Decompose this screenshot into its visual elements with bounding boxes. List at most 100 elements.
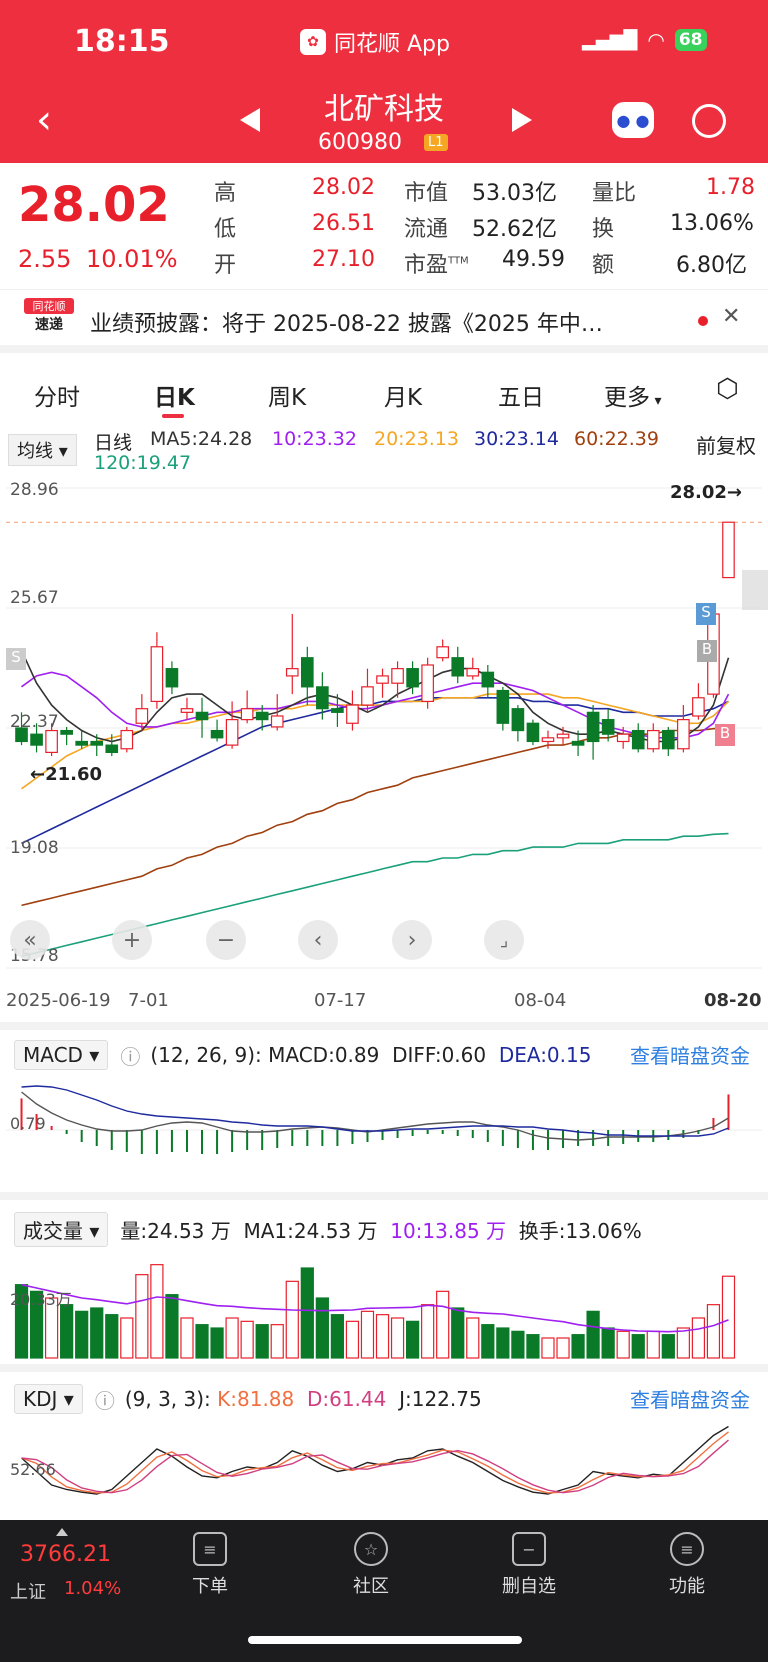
wifi-icon: ◠ [647,28,665,52]
nav-functions-label: 功能 [669,1576,705,1597]
date-axis-3: 07-17 [314,990,367,1011]
nav-community[interactable]: ☆ 社区 [326,1532,416,1598]
volume-bar [225,1317,239,1359]
search-icon[interactable] [692,104,726,138]
candle-body [240,708,254,721]
side-panel-handle[interactable] [742,570,768,610]
price-axis-3: 22.37 [10,712,59,732]
candle-body [616,733,630,743]
ma10-value: 10:23.32 [272,428,357,450]
settings-hexagon-icon[interactable]: ⬡ [716,374,739,404]
candle-body [646,729,660,750]
volume-bar [240,1320,254,1359]
news-badge-bottom: 速递 [35,317,63,333]
volume-bar [691,1317,706,1359]
adjust-mode[interactable]: 前复权 [696,430,756,459]
volume-bar [481,1324,495,1359]
news-badge: 同花顺 速递 [24,298,74,342]
tab-day-k[interactable]: 日K [154,378,195,412]
kdj-chart [21,1425,729,1495]
scroll-left-icon[interactable]: ‹ [298,920,338,960]
k-line [21,1431,729,1494]
help-icon[interactable]: ⓘ [95,1385,115,1414]
ma-select[interactable]: 均线 ▾ [8,434,77,466]
volume-bar [676,1327,690,1359]
volume-bar [270,1324,284,1359]
ma120-value: 120:19.47 [94,452,192,474]
volume-axis-label: 20.33万 [10,1290,72,1309]
candle-body [165,668,179,688]
volume-bar [631,1334,645,1359]
candle-body [496,689,510,724]
news-bar[interactable]: 同花顺 速递 业绩预披露：将于 2025-08-22 披露《2025 年中… ✕ [0,289,768,353]
kline-chart[interactable] [0,478,768,978]
status-app: ✿ 同花顺 App [300,26,450,58]
candle-body [451,657,465,677]
mcap-value: 53.03亿 [472,181,557,206]
nav-functions[interactable]: ≡ 功能 [642,1532,732,1598]
zoom-out-icon[interactable]: − [206,920,246,960]
volume-bar [60,1304,74,1359]
candle-body [60,729,73,735]
zoom-in-icon[interactable]: + [112,920,152,960]
order-icon: ≡ [193,1532,227,1566]
nav-order[interactable]: ≡ 下单 [165,1532,255,1598]
signal-icon: ▂▄▆█ [582,29,638,51]
candle-body [195,711,209,721]
candle-body [135,708,149,724]
tab-week-k[interactable]: 周K [268,378,306,412]
volume-bar [616,1330,630,1359]
nav-remove-watchlist[interactable]: − 删自选 [484,1532,574,1598]
date-axis-5: 08-20 [704,990,762,1011]
volume-bar [661,1334,675,1359]
candle-body [511,708,525,732]
period-tabs: 分时 日K 周K 月K 五日 更多 ▾ ⬡ [0,370,768,420]
close-icon[interactable]: ✕ [722,304,740,329]
ma30-line [21,697,729,845]
tab-more[interactable]: 更多 ▾ [604,378,661,412]
volume-bar [721,1275,736,1359]
next-stock-button[interactable] [512,108,532,132]
volume-bar [390,1317,405,1359]
candle-body [631,729,645,750]
candle-body [376,675,389,684]
tab-fenshi[interactable]: 分时 [34,378,80,412]
volume-bar [105,1314,119,1359]
d-line [21,1439,729,1494]
candle-body [526,722,540,743]
view-dark-pool-link-kdj[interactable]: 查看暗盘资金 [630,1384,750,1413]
fullscreen-icon[interactable]: ⌟ [484,920,524,960]
candle-body [361,686,374,706]
candle-body [481,671,495,688]
price-change: 2.55 [18,245,72,273]
volume-bar [120,1317,134,1359]
help-icon[interactable]: ⓘ [120,1041,140,1070]
collapse-left-icon[interactable]: « [10,920,50,960]
scroll-right-icon[interactable]: › [392,920,432,960]
macd-select[interactable]: MACD ▾ [14,1040,109,1070]
volume-bar [150,1264,164,1359]
volume-bar [601,1327,615,1359]
candle-body [45,729,58,754]
macd-header: MACD ▾ ⓘ (12, 26, 9): MACD:0.89 DIFF:0.6… [14,1040,591,1070]
active-tab-indicator [162,414,184,418]
k-value: K:81.88 [217,1387,295,1411]
macd-select-label: MACD [23,1043,83,1067]
view-dark-pool-link[interactable]: 查看暗盘资金 [630,1040,750,1069]
candle-body [391,668,404,684]
candle-body [331,708,344,713]
status-time: 18:15 [74,24,170,59]
robot-assistant-icon[interactable]: ● ● [612,102,654,138]
kdj-select[interactable]: KDJ ▾ [14,1384,83,1414]
tab-month-k[interactable]: 月K [384,378,422,412]
kdj-axis-label: 52.66 [10,1460,56,1479]
volume-chart [14,1264,736,1359]
tab-five-day[interactable]: 五日 [498,378,544,412]
candle-body [661,729,675,750]
pe-label: 市盈TTM [404,253,469,278]
index-value[interactable]: 3766.21 [20,1542,111,1567]
top-bar: 18:15 ✿ 同花顺 App ▂▄▆█ ◠ 68 ‹ 北矿科技 600980 L… [0,0,768,163]
candle-body [692,697,705,717]
candle-body [421,664,434,703]
battery-icon: 68 [674,29,707,51]
